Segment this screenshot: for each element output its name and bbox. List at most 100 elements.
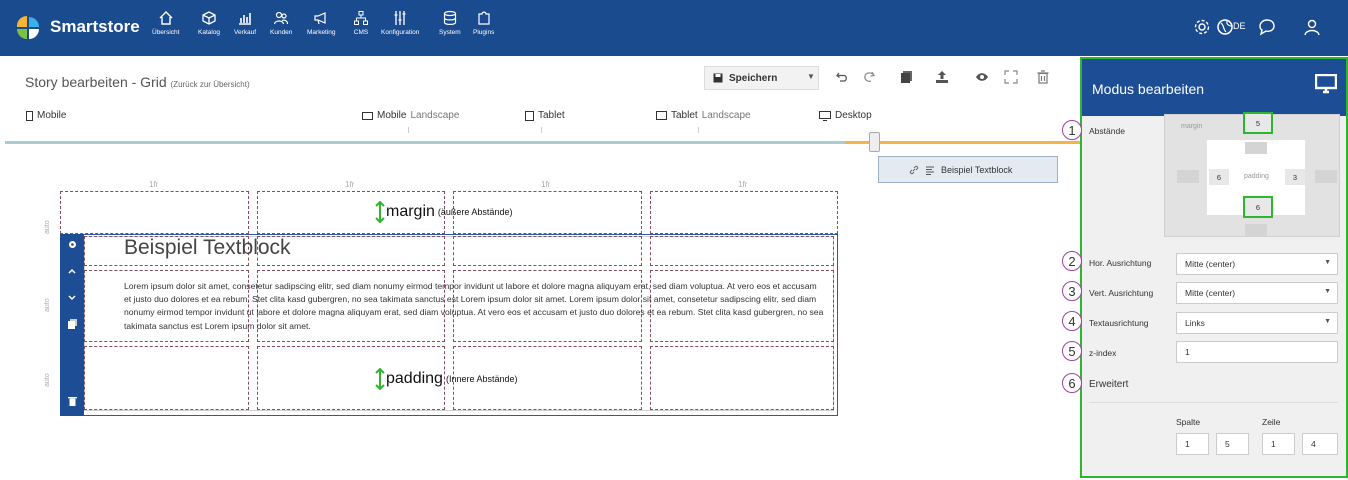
column-end-input[interactable]: 5 — [1216, 433, 1249, 455]
nav-label: CMS — [353, 29, 369, 36]
trash-icon[interactable] — [1036, 70, 1050, 84]
brand-name: Smartstore — [50, 17, 140, 36]
marker-3: 3 — [1062, 281, 1082, 301]
padding-bottom-field[interactable]: 6 — [1243, 196, 1273, 218]
device-mobile-landscape[interactable]: Mobile Landscape — [362, 110, 459, 121]
device-desktop[interactable]: Desktop — [819, 110, 872, 121]
page-title-text: Story bearbeiten - Grid — [25, 74, 167, 90]
nav-kunden[interactable]: Kunden — [270, 10, 292, 36]
hor-align-select[interactable]: Mitte (center) ▼ — [1176, 253, 1338, 275]
hor-align-value: Mitte (center) — [1185, 259, 1236, 269]
hor-align-label: Hor. Ausrichtung — [1089, 258, 1152, 268]
grid-cell[interactable] — [453, 236, 642, 266]
margin-box-label: margin — [1181, 123, 1203, 130]
nav-label: Katalog — [198, 29, 221, 36]
brand-logo[interactable]: Smartstore — [14, 14, 140, 40]
margin-bottom-field[interactable] — [1245, 224, 1267, 237]
padding-right-field[interactable]: 3 — [1285, 169, 1305, 185]
device-label: Tablet — [671, 110, 698, 121]
tablet-icon — [525, 110, 534, 121]
widget-list-item[interactable]: Beispiel Textblock — [878, 156, 1058, 183]
upload-icon[interactable] — [935, 70, 949, 84]
link-icon — [909, 165, 919, 174]
save-dropdown-caret[interactable]: ▼ — [807, 72, 815, 81]
margin-left-field[interactable] — [1177, 170, 1199, 183]
margin-top-field[interactable]: 5 — [1243, 112, 1273, 134]
double-arrow-icon — [375, 368, 385, 390]
padding-left-field[interactable]: 6 — [1209, 169, 1229, 185]
block-text: Lorem ipsum dolor sit amet, consetetur s… — [124, 281, 824, 331]
nav-system[interactable]: System — [439, 10, 461, 36]
column-start-input[interactable]: 1 — [1176, 433, 1209, 455]
column-header: 1fr — [738, 180, 748, 189]
marker-6: 6 — [1062, 373, 1082, 393]
chevron-up-icon[interactable] — [68, 268, 76, 274]
z-index-input[interactable]: 1 — [1176, 341, 1338, 363]
eye-icon[interactable] — [975, 70, 989, 84]
desktop-icon — [819, 110, 831, 121]
desktop-icon[interactable] — [1315, 74, 1337, 94]
marker-1: 1 — [1062, 120, 1082, 140]
trash-icon[interactable] — [68, 396, 77, 406]
copy-icon[interactable] — [68, 319, 77, 329]
text-align-select[interactable]: Links ▼ — [1176, 312, 1338, 334]
padding-box-label: padding — [1244, 173, 1269, 180]
back-to-overview-link[interactable]: (Zurück zur Übersicht) — [171, 80, 250, 89]
puzzle-icon — [478, 11, 490, 25]
device-label: Mobile — [377, 110, 407, 121]
chat-icon[interactable] — [1258, 18, 1276, 36]
save-button[interactable]: Speichern ▼ — [704, 66, 819, 90]
extended-section-label[interactable]: Erweitert — [1089, 379, 1128, 390]
abstaende-label: Abstände — [1089, 126, 1125, 136]
row-header: auto — [44, 373, 51, 387]
margin-annotation: margin (äußere Abstände) — [374, 201, 512, 223]
nav-cms[interactable]: CMS — [353, 10, 369, 36]
margin-right-field[interactable] — [1315, 170, 1337, 183]
nav-katalog[interactable]: Katalog — [198, 10, 220, 36]
vert-align-select[interactable]: Mitte (center) ▼ — [1176, 282, 1338, 304]
nav-konfiguration[interactable]: Konfiguration — [381, 10, 419, 36]
align-left-icon — [926, 165, 934, 175]
grid-cell[interactable] — [60, 191, 249, 234]
globe-icon[interactable] — [1216, 18, 1234, 36]
sitemap-icon — [354, 11, 368, 25]
copy-icon[interactable] — [900, 70, 914, 84]
device-mobile[interactable]: Mobile — [26, 110, 66, 121]
nav-plugins[interactable]: Plugins — [473, 10, 494, 36]
nav-verkauf[interactable]: Verkauf — [234, 10, 256, 36]
redo-icon[interactable] — [862, 70, 876, 84]
row-end-input[interactable]: 4 — [1302, 433, 1338, 455]
grid-cell[interactable] — [650, 346, 834, 410]
users-icon — [274, 11, 289, 25]
chevron-down-icon[interactable] — [68, 295, 76, 301]
device-label-suffix: Landscape — [701, 110, 751, 121]
grid-cell[interactable] — [650, 191, 838, 234]
nav-uebersicht[interactable]: Übersicht — [152, 10, 179, 36]
gear-icon[interactable] — [68, 240, 77, 249]
grid-cell[interactable] — [650, 236, 834, 266]
margin-annotation-note: (äußere Abstände) — [437, 207, 513, 217]
megaphone-icon — [314, 12, 326, 25]
row-header: auto — [44, 298, 51, 312]
fullscreen-icon[interactable] — [1004, 70, 1018, 84]
language-code[interactable]: DE — [1233, 21, 1246, 31]
nav-label: Konfiguration — [381, 29, 420, 36]
gear-icon[interactable] — [1193, 18, 1211, 36]
breakpoint-slider-handle[interactable] — [869, 132, 880, 152]
device-tablet[interactable]: Tablet — [525, 110, 565, 121]
marker-2: 2 — [1062, 251, 1082, 271]
column-label: Spalte — [1176, 417, 1201, 427]
device-tablet-landscape[interactable]: Tablet Landscape — [656, 110, 751, 121]
save-icon — [713, 73, 723, 83]
marker-5: 5 — [1062, 341, 1082, 361]
breakpoint-slider-active-track[interactable] — [845, 141, 1081, 144]
nav-label: Übersicht — [152, 29, 180, 36]
row-start-input[interactable]: 1 — [1262, 433, 1295, 455]
undo-icon[interactable] — [835, 70, 849, 84]
logo-icon — [16, 15, 39, 39]
padding-top-field[interactable] — [1245, 142, 1267, 154]
nav-marketing[interactable]: Marketing — [307, 10, 336, 36]
breakpoint-slider-track[interactable] — [5, 141, 845, 144]
grid-cell[interactable] — [84, 346, 249, 410]
user-icon[interactable] — [1303, 18, 1321, 36]
